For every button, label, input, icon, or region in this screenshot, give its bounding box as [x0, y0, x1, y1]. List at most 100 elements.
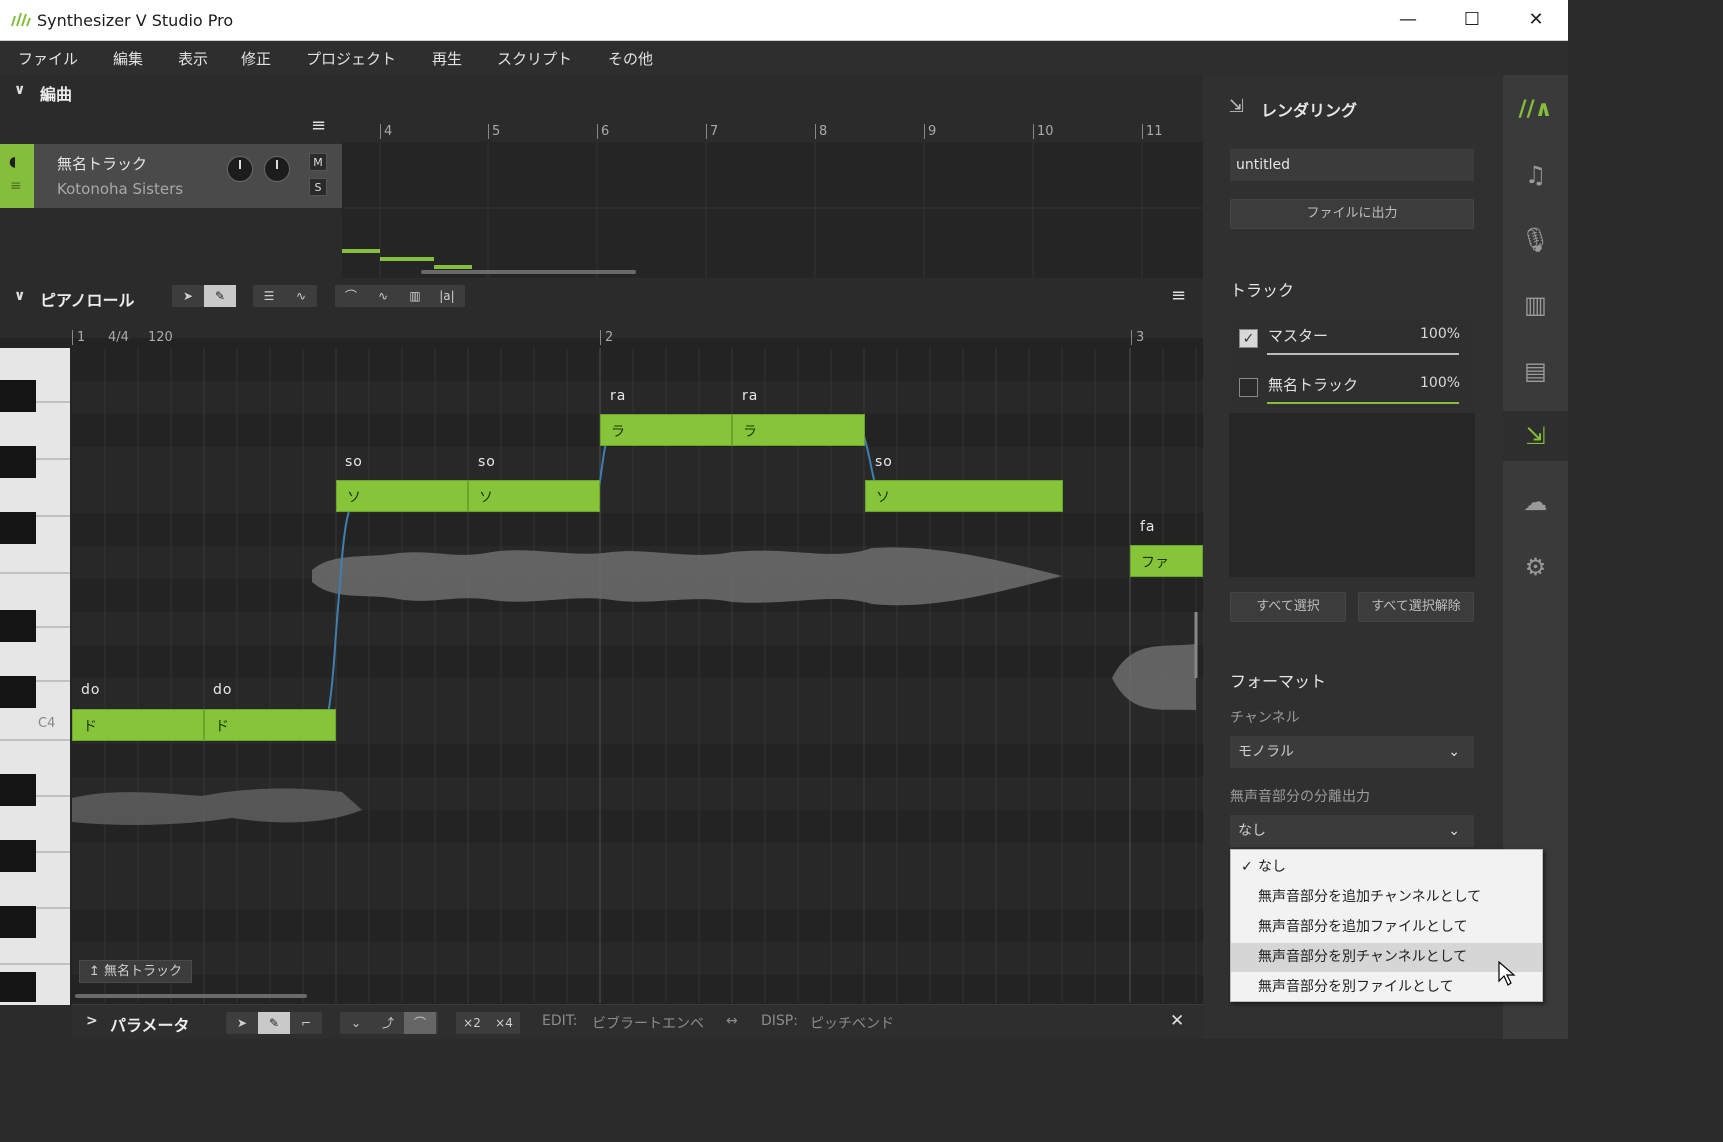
tempo-value[interactable]: 120 — [148, 330, 173, 345]
track-tag[interactable]: ↥ 無名トラック — [79, 960, 193, 983]
line-tool-icon[interactable]: ⌐ — [290, 1012, 322, 1034]
lyrics-display-icon[interactable]: |a| — [431, 285, 463, 307]
note-snap-icon[interactable]: ☰ — [253, 285, 285, 307]
menu-edit[interactable]: 編集 — [113, 48, 143, 69]
curve-arch-icon[interactable]: ⌒ — [404, 1012, 436, 1034]
horizontal-scrollbar[interactable] — [75, 994, 307, 998]
note-lyric: do — [81, 682, 101, 698]
channel-label: チャンネル — [1230, 710, 1300, 726]
dropdown-option[interactable]: 無声音部分を追加ファイルとして — [1231, 913, 1542, 942]
maximize-button[interactable]: ☐ — [1440, 0, 1504, 41]
menu-script[interactable]: スクリプト — [497, 48, 572, 69]
arrangement-grid[interactable] — [342, 142, 1203, 278]
ruler-mark: 8 — [815, 124, 827, 139]
dropdown-option[interactable]: 無声音部分を別ファイルとして — [1231, 973, 1542, 1002]
waveform-icon[interactable]: ▥ — [399, 285, 431, 307]
multiplier-group: ×2 ×4 — [456, 1012, 520, 1034]
curve-down-icon[interactable]: ⌄ — [340, 1012, 372, 1034]
note-grid[interactable] — [72, 348, 1203, 1003]
note-block[interactable]: ド — [204, 709, 336, 741]
track-checkbox[interactable] — [1239, 378, 1258, 397]
microphone-icon[interactable]: 🎙 — [1503, 215, 1568, 265]
note-phoneme: ラ — [743, 424, 757, 440]
note-block[interactable]: ソ — [468, 480, 600, 512]
menu-project[interactable]: プロジェクト — [306, 48, 396, 69]
unvoiced-separation-select[interactable]: なし ⌄ — [1230, 815, 1474, 847]
note-block[interactable]: ソ — [865, 480, 1063, 512]
pencil-tool-icon[interactable]: ✎ — [258, 1012, 290, 1034]
time-signature[interactable]: 4/4 — [108, 330, 129, 345]
display-parameter-value[interactable]: ピッチベンド — [810, 1013, 894, 1033]
channel-select[interactable]: モノラル ⌄ — [1230, 736, 1474, 768]
volume-knob[interactable] — [227, 156, 253, 182]
expand-chevron-icon[interactable]: > — [86, 1013, 98, 1029]
note-phoneme: ド — [215, 719, 229, 735]
book-icon[interactable]: ▤ — [1503, 346, 1568, 396]
pitch-curve-icon[interactable]: ⌒ — [335, 285, 367, 307]
collapse-chevron-icon[interactable]: ∨ — [14, 288, 25, 304]
render-track-row[interactable]: 無名トラック 100% — [1229, 364, 1475, 413]
track-name[interactable]: 無名トラック — [57, 153, 147, 174]
dropdown-option[interactable]: 無声音部分を追加チャンネルとして — [1231, 883, 1542, 912]
arrangement-ruler[interactable]: 4 5 6 7 8 9 10 11 — [342, 120, 1203, 144]
note-lyric: so — [875, 454, 893, 470]
close-window-button[interactable]: ✕ — [1504, 0, 1568, 41]
logo-icon[interactable]: //∧ — [1503, 85, 1568, 135]
horizontal-scrollbar[interactable] — [421, 270, 636, 274]
dropdown-option[interactable]: ✓ なし — [1231, 853, 1542, 882]
note-icon[interactable]: ♫ — [1503, 150, 1568, 200]
menu-file[interactable]: ファイル — [18, 48, 78, 69]
volume-slider[interactable] — [1267, 402, 1459, 404]
hamburger-menu-icon[interactable]: ≡ — [1171, 285, 1186, 306]
ruler-mark: 7 — [706, 124, 718, 139]
hamburger-menu-icon[interactable]: ≡ — [311, 115, 326, 136]
note-block[interactable]: ファ — [1130, 545, 1203, 577]
track-header[interactable]: ◖ ≡ 無名トラック Kotonoha Sisters M S — [0, 144, 342, 208]
track-color-bar[interactable]: ◖ ≡ — [0, 144, 34, 208]
piano-keyboard[interactable] — [0, 348, 72, 1005]
dropdown-option-highlighted[interactable]: 無声音部分を別チャンネルとして — [1231, 943, 1542, 972]
menu-modify[interactable]: 修正 — [241, 48, 271, 69]
edit-label: EDIT: — [542, 1013, 578, 1029]
close-parameters-button[interactable]: ✕ — [1170, 1011, 1184, 1031]
collapse-chevron-icon[interactable]: ∨ — [14, 82, 25, 98]
cloud-icon[interactable]: ☁ — [1503, 477, 1568, 527]
note-block[interactable]: ド — [72, 709, 204, 741]
minimize-button[interactable]: — — [1376, 0, 1440, 41]
pan-knob[interactable] — [264, 156, 290, 182]
volume-slider[interactable] — [1267, 353, 1459, 355]
mute-button[interactable]: M — [309, 153, 327, 171]
curve-up-icon[interactable]: ⤴ — [372, 1012, 404, 1034]
solo-button[interactable]: S — [309, 178, 327, 196]
track-voice[interactable]: Kotonoha Sisters — [57, 180, 183, 198]
wave-curve-icon[interactable]: ∿ — [367, 285, 399, 307]
output-filename-input[interactable]: untitled — [1230, 149, 1474, 181]
menu-other[interactable]: その他 — [608, 48, 653, 69]
curve-tool-icon[interactable]: ∿ — [285, 285, 317, 307]
note-lyric: ra — [742, 388, 759, 404]
edit-parameter-value[interactable]: ビブラートエンベ — [592, 1013, 704, 1033]
render-panel-icon: ⇲ — [1229, 96, 1245, 117]
note-block[interactable]: ラ — [732, 414, 865, 446]
pointer-tool-icon[interactable]: ➤ — [226, 1012, 258, 1034]
render-track-list: ✓ マスター 100% 無名トラック 100% — [1229, 316, 1475, 577]
deselect-all-button[interactable]: すべて選択解除 — [1358, 592, 1474, 622]
render-track-row[interactable]: ✓ マスター 100% — [1229, 316, 1475, 364]
library-icon[interactable]: ▥ — [1503, 280, 1568, 330]
export-file-button[interactable]: ファイルに出力 — [1230, 199, 1474, 229]
track-checkbox[interactable]: ✓ — [1239, 329, 1258, 348]
note-block[interactable]: ソ — [336, 480, 468, 512]
multiply-2-button[interactable]: ×2 — [456, 1012, 488, 1034]
curve-shape-group: ⌄ ⤴ ⌒ — [340, 1012, 438, 1034]
menu-view[interactable]: 表示 — [178, 48, 208, 69]
menu-playback[interactable]: 再生 — [432, 48, 462, 69]
note-block[interactable]: ラ — [600, 414, 732, 446]
swap-icon[interactable]: ↔ — [726, 1013, 738, 1029]
gear-icon[interactable]: ⚙ — [1503, 542, 1568, 592]
render-icon[interactable]: ⇲ — [1503, 411, 1568, 461]
pencil-tool-icon[interactable]: ✎ — [204, 285, 236, 307]
select-all-button[interactable]: すべて選択 — [1230, 592, 1346, 622]
pointer-tool-icon[interactable]: ➤ — [172, 285, 204, 307]
multiply-4-button[interactable]: ×4 — [488, 1012, 520, 1034]
drag-handle-icon[interactable]: ≡ — [10, 178, 22, 194]
